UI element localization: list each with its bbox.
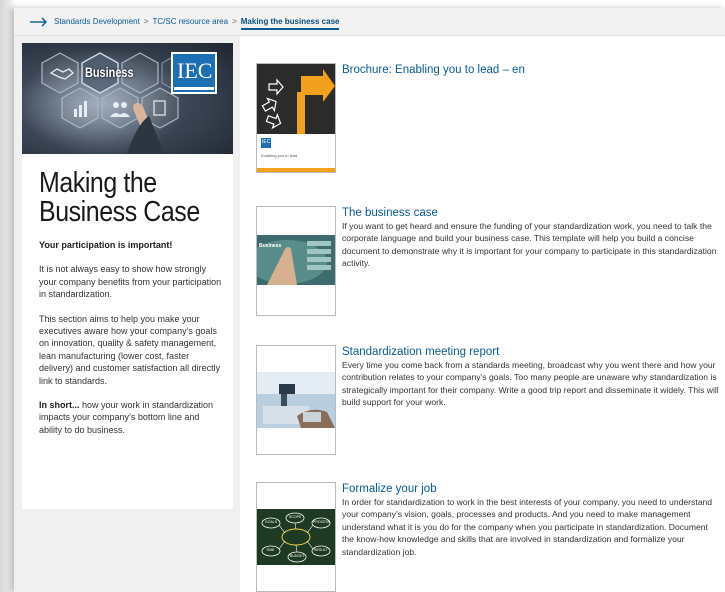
sidebar-paragraph-1: It is not always easy to show how strong…	[39, 264, 222, 300]
formalize-job-title-link[interactable]: Formalize your job	[342, 482, 722, 496]
formalize-job-thumbnail[interactable]: GOALS SCOPE PROCESS TIME BUDGET RESULT	[256, 482, 336, 592]
brochure-text: Brochure: Enabling you to lead – en	[342, 63, 722, 77]
breadcrumb-current: Making the business case	[240, 17, 340, 30]
breadcrumb: Standards Development > TC/SC resource a…	[14, 8, 725, 36]
iec-logo: IEC	[177, 58, 213, 83]
resource-item-formalize-job: GOALS SCOPE PROCESS TIME BUDGET RESULT F…	[256, 482, 725, 592]
chalk-word-process: PROCESS	[313, 520, 331, 524]
business-case-description: If you want to get heard and ensure the …	[342, 221, 717, 269]
brochure-caption: Enabling you to lead	[261, 153, 298, 158]
meeting-report-text: Standardization meeting report Every tim…	[342, 345, 722, 409]
chalk-word-budget: BUDGET	[290, 554, 305, 558]
formalize-job-description: In order for standardization to work in …	[342, 497, 713, 557]
page-title-line1: Making the	[39, 167, 157, 199]
business-case-thumbnail[interactable]: Business	[256, 206, 336, 316]
chalk-word-result: RESULT	[314, 548, 328, 552]
breadcrumb-tcsc-resource-area[interactable]: TC/SC resource area	[153, 17, 229, 26]
brochure-iec-logo: IEC	[262, 139, 271, 145]
business-case-thumb-label: Business	[259, 243, 282, 249]
brochure-thumbnail[interactable]: IEC Enabling you to lead	[256, 63, 336, 173]
page-title-line2: Business Case	[39, 196, 200, 228]
breadcrumb-separator: >	[143, 17, 149, 26]
business-case-text: The business case If you want to get hea…	[342, 206, 722, 270]
chalk-word-scope: SCOPE	[289, 515, 302, 519]
resource-item-meeting-report: Standardization meeting report Every tim…	[256, 345, 725, 457]
sidebar-paragraph-2: This section aims to help you make your …	[39, 313, 221, 386]
formalize-job-text: Formalize your job In order for standard…	[342, 482, 722, 558]
page-title: Making the Business Case	[39, 169, 206, 227]
meeting-report-cover-graphic	[257, 372, 335, 428]
resource-item-business-case: Business The business case If you want t…	[256, 206, 725, 318]
sidebar-intro: Your participation is important! It is n…	[39, 239, 223, 436]
brochure-title-link[interactable]: Brochure: Enabling you to lead – en	[342, 63, 722, 77]
resource-item-brochure: IEC Enabling you to lead Brochure: Enabl…	[256, 63, 725, 175]
meeting-report-thumbnail[interactable]	[256, 345, 336, 455]
arrow-right-icon	[30, 17, 47, 26]
breadcrumb-standards-development[interactable]: Standards Development	[54, 17, 140, 26]
business-case-title-link[interactable]: The business case	[342, 206, 722, 220]
hero-image: Business IEC	[22, 43, 233, 154]
business-case-cover-graphic	[257, 235, 335, 285]
chalkboard-graphic	[257, 509, 335, 565]
page: Standards Development > TC/SC resource a…	[14, 8, 725, 592]
sidebar: Business IEC Making the Business Case Yo…	[22, 43, 233, 509]
in-short-label: In short...	[39, 400, 80, 411]
hero-business-label: Business	[85, 64, 134, 80]
sidebar-paragraph-3: In short... how your work in standardiza…	[39, 399, 223, 436]
meeting-report-description: Every time you come back from a standard…	[342, 360, 719, 408]
sidebar-subtitle: Your participation is important!	[39, 240, 173, 250]
chalk-word-time: TIME	[266, 548, 275, 552]
meeting-report-title-link[interactable]: Standardization meeting report	[342, 345, 722, 359]
breadcrumb-separator: >	[232, 17, 237, 26]
chalk-word-goals: GOALS	[265, 520, 278, 524]
